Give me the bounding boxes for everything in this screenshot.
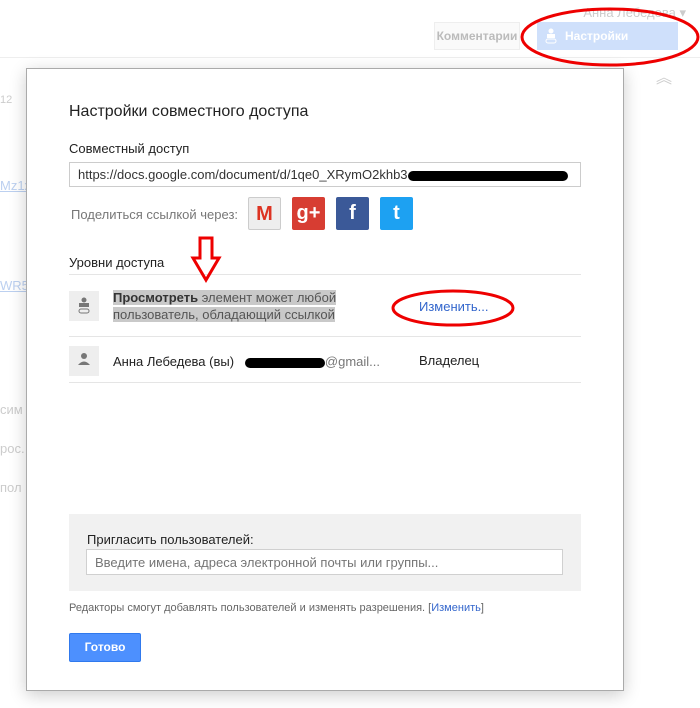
share-link-field[interactable]: https://docs.google.com/document/d/1qe0_… xyxy=(69,162,581,187)
collapse-chevron-icon[interactable]: ︽ xyxy=(656,64,672,88)
owner-role: Владелец xyxy=(419,353,480,368)
change-editors-link[interactable]: Изменить xyxy=(431,602,481,614)
twitter-icon[interactable]: t xyxy=(380,197,413,230)
invite-label: Пригласить пользователей: xyxy=(87,532,254,547)
user-avatar-icon xyxy=(69,346,99,376)
link-label: Совместный доступ xyxy=(69,141,190,156)
invite-input[interactable] xyxy=(86,549,563,575)
link-access-icon xyxy=(69,291,99,321)
owner-row: Анна Лебедева (вы) @gmail... xyxy=(113,354,381,369)
divider xyxy=(69,274,581,275)
divider xyxy=(69,382,581,383)
share-person-icon xyxy=(545,28,557,44)
link-permission-text: Просмотреть элемент может любой пользова… xyxy=(113,290,337,322)
invite-section: Пригласить пользователей: xyxy=(69,514,581,591)
toolbar-divider xyxy=(0,57,700,58)
divider xyxy=(69,336,581,337)
facebook-icon[interactable]: f xyxy=(336,197,369,230)
account-name[interactable]: Анна Лебедева ▾ xyxy=(583,5,686,21)
access-levels-label: Уровни доступа xyxy=(69,255,165,270)
sharing-dialog: Настройки совместного доступа Совместный… xyxy=(26,68,624,691)
gmail-icon[interactable]: M xyxy=(248,197,281,230)
editors-note: Редакторы смогут добавлять пользователей… xyxy=(69,602,484,614)
change-permission-link[interactable]: Изменить... xyxy=(419,299,488,314)
share-settings-button[interactable]: Настройки доступа xyxy=(537,22,678,71)
dialog-title: Настройки совместного доступа xyxy=(69,103,309,120)
redaction xyxy=(407,170,568,181)
done-button[interactable]: Готово xyxy=(69,633,141,662)
share-via-label: Поделиться ссылкой через: xyxy=(71,207,239,222)
google-plus-icon[interactable]: g+ xyxy=(292,197,325,230)
comments-button[interactable]: Комментарии xyxy=(434,22,520,50)
